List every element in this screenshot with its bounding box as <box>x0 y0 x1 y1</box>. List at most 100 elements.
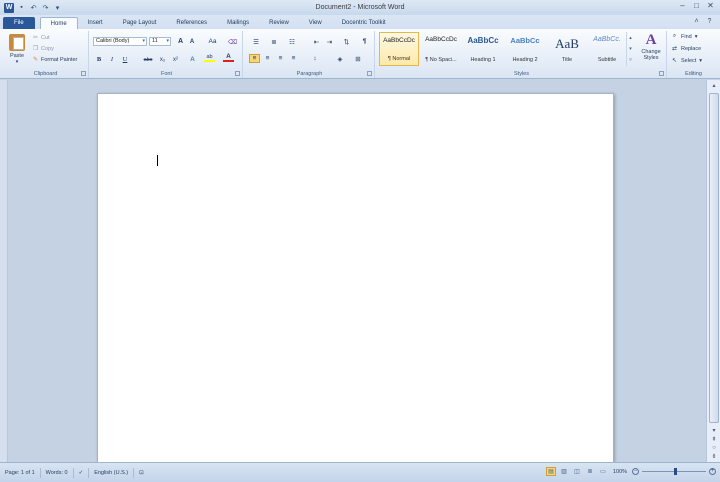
change-styles-icon: A <box>645 32 657 48</box>
print-layout-view-icon[interactable]: ▤ <box>546 467 556 476</box>
full-screen-reading-icon[interactable]: ▥ <box>559 467 569 476</box>
style-normal[interactable]: AaBbCcDc ¶ Normal <box>379 32 419 66</box>
style-heading-1[interactable]: AaBbCc Heading 1 <box>463 32 503 66</box>
zoom-out-button[interactable]: − <box>632 468 639 475</box>
chevron-down-icon[interactable]: ▾ <box>629 46 632 52</box>
underline-button[interactable]: U <box>120 55 130 64</box>
bullets-icon[interactable]: ☰ <box>249 37 263 46</box>
undo-icon[interactable]: ↶ <box>29 3 38 12</box>
proofing-icon[interactable]: ✓ <box>74 467 90 478</box>
style-heading-2[interactable]: AaBbCc Heading 2 <box>505 32 545 66</box>
chevron-down-icon[interactable]: ▾ <box>53 3 62 12</box>
styles-launcher[interactable] <box>659 71 664 76</box>
select-button[interactable]: ↖ Select ▾ <box>671 57 702 65</box>
format-painter-label: Format Painter <box>41 56 78 63</box>
tab-insert[interactable]: Insert <box>78 17 113 29</box>
word-count[interactable]: Words: 0 <box>41 467 74 478</box>
document-page[interactable] <box>97 93 614 462</box>
vertical-scrollbar[interactable]: ▴ ▾ ⇞ ○ ⇟ <box>706 80 720 462</box>
change-styles-button[interactable]: A Change Styles <box>637 32 665 66</box>
zoom-slider-thumb[interactable] <box>674 468 677 475</box>
multilevel-list-icon[interactable]: ☷ <box>285 37 299 46</box>
styles-gallery-scroll[interactable]: ▴ ▾ ▿ <box>626 32 634 66</box>
cut-button[interactable]: ✂ Cut <box>32 34 50 42</box>
borders-icon[interactable]: ⊞ <box>351 54 365 63</box>
next-page-icon[interactable]: ⇟ <box>709 453 719 460</box>
clear-formatting-icon[interactable]: ⌫ <box>227 37 238 46</box>
italic-button[interactable]: I <box>107 55 117 64</box>
redo-icon[interactable]: ↷ <box>41 3 50 12</box>
show-formatting-button[interactable]: ¶ <box>359 37 370 46</box>
font-size-select[interactable]: 11 ▾ <box>149 37 171 46</box>
highlight-button[interactable]: ab <box>204 53 215 62</box>
tab-docentric-toolkit[interactable]: Docentric Toolkit <box>332 17 396 29</box>
paragraph-launcher[interactable] <box>367 71 372 76</box>
increase-indent-icon[interactable]: ⇥ <box>324 37 335 46</box>
language-indicator[interactable]: English (U.S.) <box>89 467 135 478</box>
line-spacing-icon[interactable]: ↕ <box>308 54 322 63</box>
replace-button[interactable]: ⇄ Replace <box>671 45 701 53</box>
scroll-thumb[interactable] <box>709 93 719 423</box>
style-subtitle[interactable]: AaBbCc. Subtitle <box>587 32 627 66</box>
help-icon[interactable]: ? <box>705 17 714 26</box>
chevron-up-icon[interactable]: ▴ <box>629 35 632 41</box>
copy-button[interactable]: ❐ Copy <box>32 45 54 53</box>
previous-page-icon[interactable]: ⇞ <box>709 436 719 443</box>
superscript-button[interactable]: x² <box>170 55 181 64</box>
minimize-button[interactable]: – <box>676 0 689 11</box>
zoom-slider[interactable] <box>642 468 706 475</box>
paste-button[interactable]: Paste ▾ <box>6 32 28 66</box>
tab-home[interactable]: Home <box>39 17 78 29</box>
grow-font-button[interactable]: A <box>175 37 186 46</box>
outline-view-icon[interactable]: ≣ <box>585 467 595 476</box>
text-cursor <box>157 155 158 166</box>
tab-view[interactable]: View <box>299 17 332 29</box>
clipboard-icon <box>9 34 25 51</box>
word-logo-icon[interactable]: W <box>4 2 14 13</box>
styles-group-label: Styles <box>514 71 529 77</box>
zoom-level[interactable]: 100% <box>611 469 629 475</box>
style-no-spacing[interactable]: AaBbCcDc ¶ No Spaci... <box>421 32 461 66</box>
bold-button[interactable]: B <box>94 55 104 64</box>
change-case-button[interactable]: Aa <box>205 37 220 46</box>
shrink-font-button[interactable]: A <box>187 37 197 46</box>
font-name-select[interactable]: Calibri (Body) ▾ <box>93 37 147 46</box>
find-button[interactable]: ⌕ Find ▾ <box>671 33 698 40</box>
page-count[interactable]: Page: 1 of 1 <box>0 467 41 478</box>
decrease-indent-icon[interactable]: ⇤ <box>311 37 322 46</box>
clipboard-launcher[interactable] <box>81 71 86 76</box>
web-layout-icon[interactable]: ◫ <box>572 467 582 476</box>
text-effects-button[interactable]: A <box>187 55 198 64</box>
align-center-icon[interactable]: ≡ <box>262 54 273 63</box>
tab-mailings[interactable]: Mailings <box>217 17 259 29</box>
close-button[interactable]: ✕ <box>704 0 717 11</box>
minimize-ribbon-icon[interactable]: ˄ <box>692 17 701 26</box>
style-sample: AaBbCc. <box>593 36 621 43</box>
save-icon[interactable]: ▪ <box>17 3 26 12</box>
format-painter-button[interactable]: ✎ Format Painter <box>32 56 78 64</box>
tab-page-layout[interactable]: Page Layout <box>113 17 167 29</box>
justify-icon[interactable]: ≡ <box>288 54 299 63</box>
maximize-button[interactable]: □ <box>690 0 703 11</box>
style-title[interactable]: AaB Title <box>547 32 587 66</box>
sort-icon[interactable]: ⇅ <box>341 37 352 46</box>
subscript-button[interactable]: x₂ <box>157 55 168 64</box>
scroll-down-icon[interactable]: ▾ <box>709 427 719 434</box>
shading-icon[interactable]: ◈ <box>333 54 347 63</box>
numbering-icon[interactable]: ≣ <box>267 37 281 46</box>
more-icon[interactable]: ▿ <box>629 57 632 63</box>
ribbon: Paste ▾ ✂ Cut ❐ Copy ✎ Format Painter Cl… <box>0 29 720 79</box>
strikethrough-button[interactable]: abc <box>141 55 155 64</box>
tab-file[interactable]: File <box>3 17 35 29</box>
font-color-button[interactable]: A <box>223 53 234 62</box>
tab-references[interactable]: References <box>166 17 217 29</box>
select-browse-object-icon[interactable]: ○ <box>709 445 719 451</box>
zoom-in-button[interactable]: + <box>709 468 716 475</box>
macro-record-icon[interactable]: ⊡ <box>134 468 149 478</box>
font-launcher[interactable] <box>235 71 240 76</box>
scroll-up-icon[interactable]: ▴ <box>709 81 719 91</box>
align-left-icon[interactable]: ≡ <box>249 54 260 63</box>
tab-review[interactable]: Review <box>259 17 299 29</box>
align-right-icon[interactable]: ≡ <box>275 54 286 63</box>
draft-view-icon[interactable]: ▭ <box>598 467 608 476</box>
